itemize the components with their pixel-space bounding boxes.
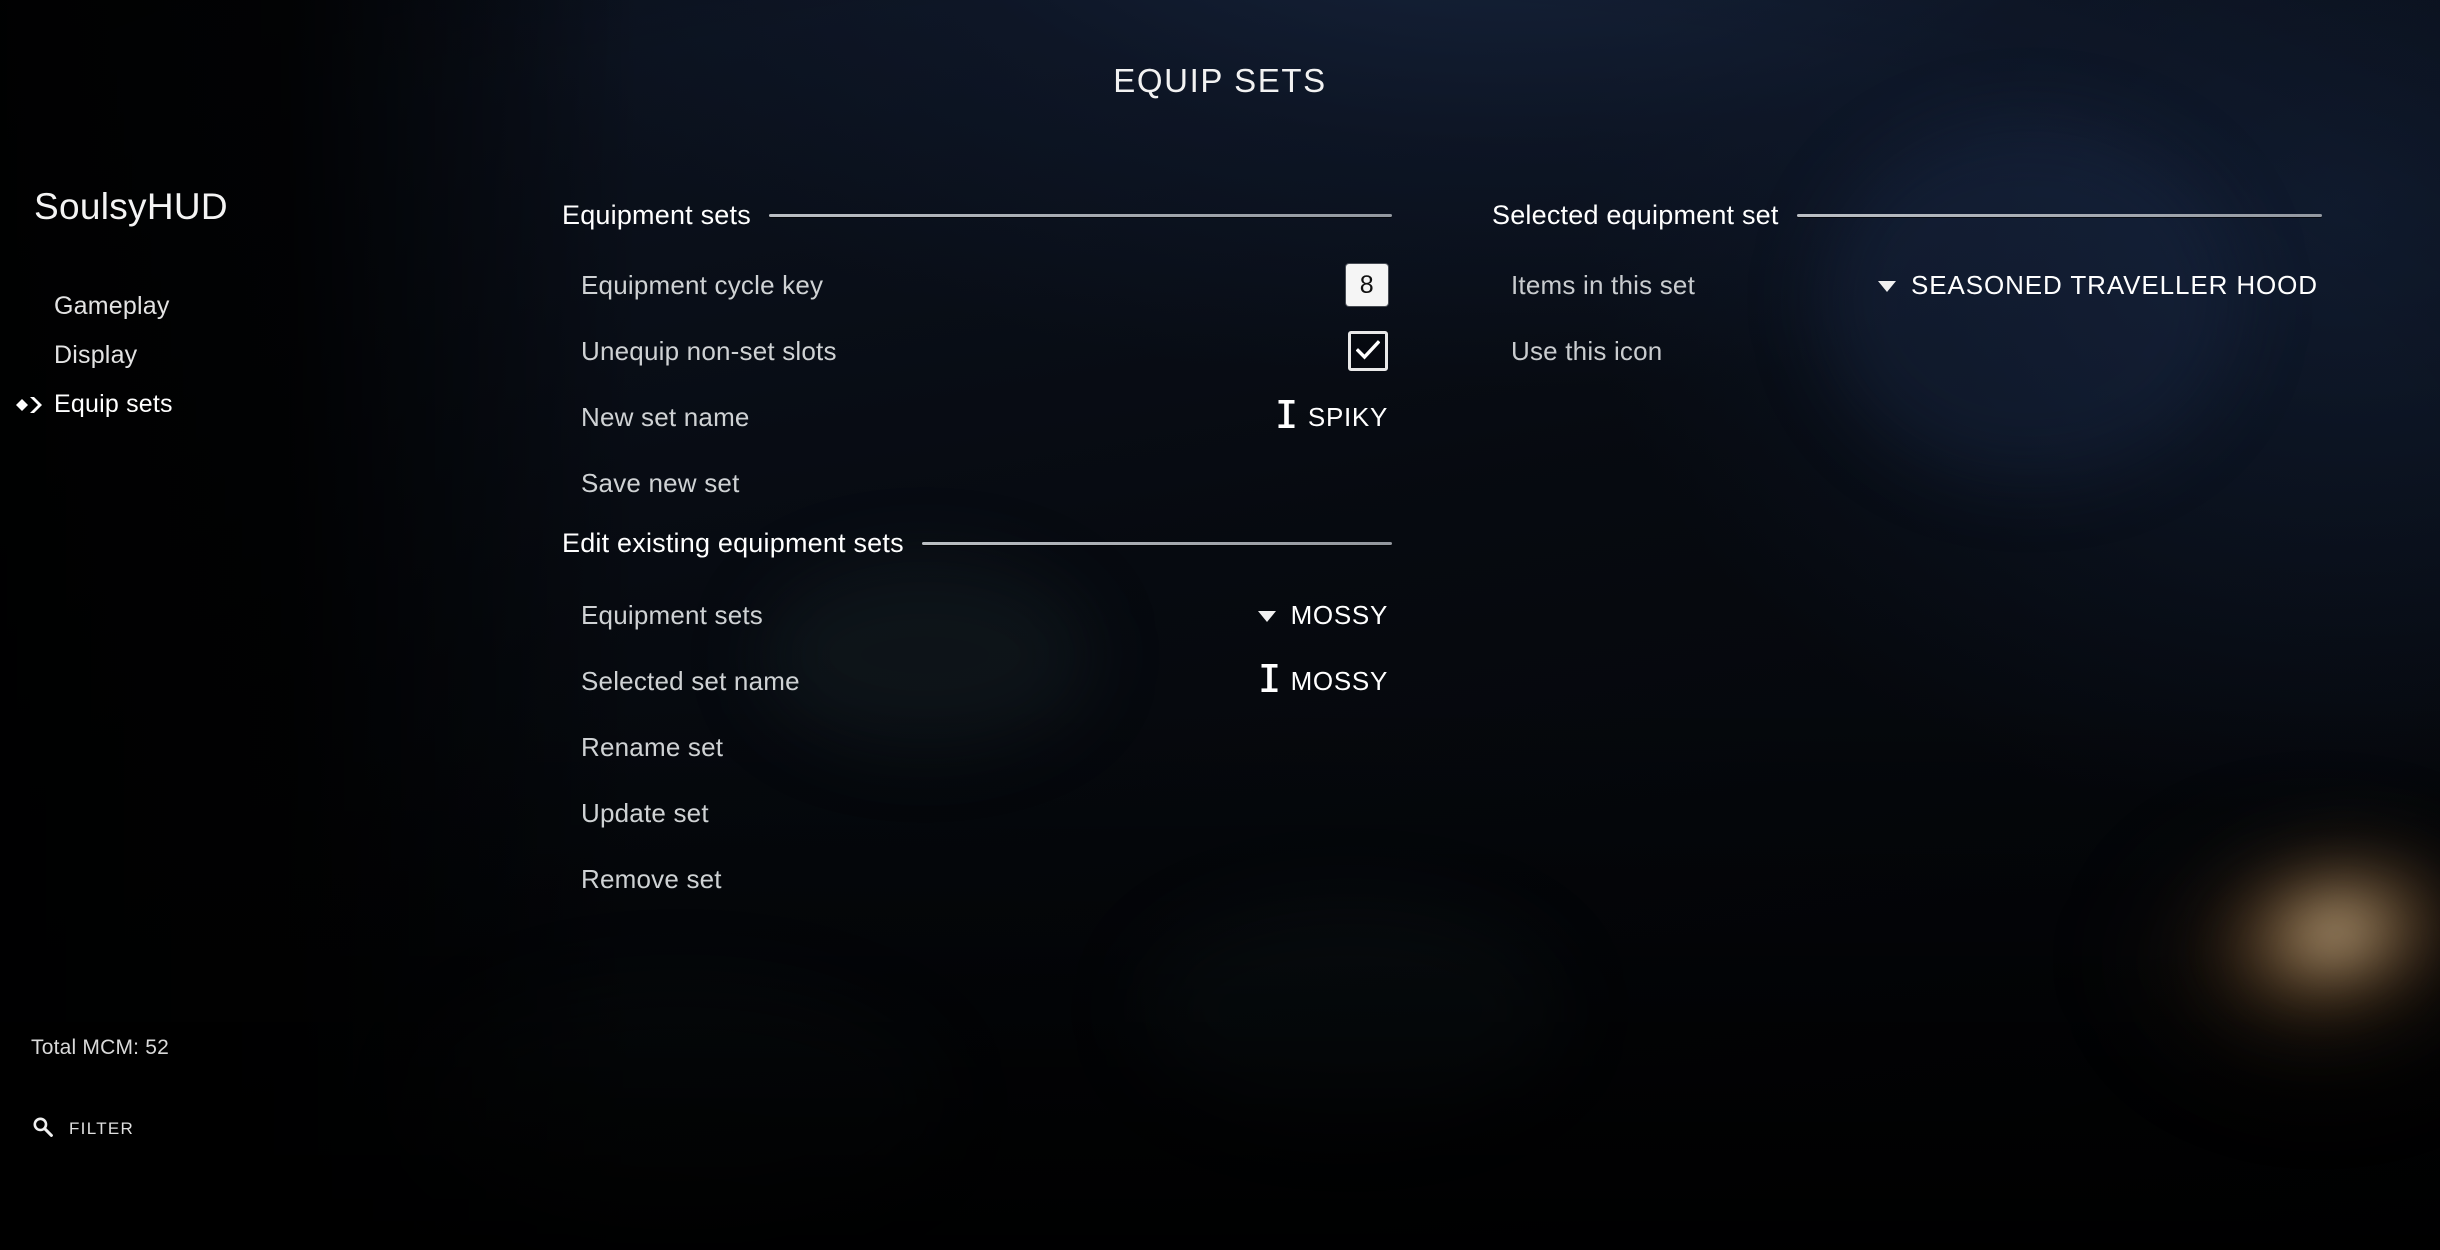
row-label: Selected set name	[581, 665, 800, 696]
row-value-wrap	[1348, 331, 1392, 371]
chevron-down-icon	[1878, 281, 1897, 292]
selected-set-name-value[interactable]: MOSSY	[1291, 666, 1388, 697]
equipment-sets-selected-value[interactable]: MOSSY	[1291, 600, 1388, 631]
filter-button[interactable]: FILTER	[32, 1116, 134, 1142]
row-label: Use this icon	[1511, 335, 1663, 366]
row-use-this-icon[interactable]: Use this icon	[1492, 326, 2322, 376]
new-set-name-value[interactable]: SPIKY	[1308, 402, 1388, 433]
mod-title: SoulsyHUD	[34, 186, 228, 227]
row-equipment-cycle-key[interactable]: Equipment cycle key 8	[562, 260, 1392, 310]
sidebar-item-gameplay[interactable]: Gameplay	[54, 282, 454, 331]
section-title: Edit existing equipment sets	[562, 528, 904, 558]
row-label: Remove set	[581, 863, 722, 894]
row-update-set[interactable]: Update set	[562, 788, 1392, 838]
section-header-selected-equipment-set: Selected equipment set	[1492, 200, 2322, 231]
filter-label: FILTER	[69, 1119, 135, 1138]
section-title: Equipment sets	[562, 200, 751, 230]
row-new-set-name[interactable]: New set name SPIKY	[562, 392, 1392, 442]
sidebar-item-display[interactable]: Display	[54, 331, 454, 380]
row-label: Unequip non-set slots	[581, 335, 837, 366]
row-remove-set[interactable]: Remove set	[562, 854, 1392, 904]
row-unequip-non-set-slots[interactable]: Unequip non-set slots	[562, 326, 1392, 376]
text-cursor-icon	[1261, 663, 1278, 699]
chevron-right-icon	[16, 394, 46, 416]
search-icon	[32, 1116, 53, 1142]
row-label: New set name	[581, 401, 750, 432]
section-header-edit-existing: Edit existing equipment sets	[562, 528, 1392, 559]
row-value-wrap: SPIKY	[1278, 399, 1392, 435]
unequip-non-set-slots-checkbox[interactable]	[1348, 331, 1388, 371]
section-header-equipment-sets: Equipment sets	[562, 200, 1392, 231]
section-divider	[1796, 214, 2322, 217]
sidebar-item-label: Gameplay	[54, 292, 170, 320]
sidebar-item-equip-sets[interactable]: Equip sets	[16, 380, 454, 429]
section-title: Selected equipment set	[1492, 200, 1779, 230]
text-cursor-icon	[1278, 399, 1295, 435]
row-value-wrap: SEASONED TRAVELLER HOOD	[1878, 270, 2322, 301]
row-label: Equipment sets	[581, 599, 764, 630]
checkmark-icon	[1355, 336, 1381, 367]
sidebar-nav: Gameplay Display Equip sets	[16, 282, 454, 429]
row-value-wrap: MOSSY	[1261, 663, 1392, 699]
row-value-wrap: MOSSY	[1257, 600, 1392, 631]
chevron-down-icon	[1257, 611, 1276, 622]
section-divider	[921, 542, 1392, 545]
sidebar: SoulsyHUD Gameplay Display Equip sets To…	[0, 0, 560, 1250]
items-in-this-set-selected-value[interactable]: SEASONED TRAVELLER HOOD	[1911, 270, 2318, 301]
row-label: Save new set	[581, 467, 740, 498]
row-items-in-this-set[interactable]: Items in this set SEASONED TRAVELLER HOO…	[1492, 260, 2322, 310]
sidebar-item-label: Display	[54, 341, 138, 369]
row-save-new-set[interactable]: Save new set	[562, 458, 1392, 508]
row-label: Rename set	[581, 731, 724, 762]
row-rename-set[interactable]: Rename set	[562, 722, 1392, 772]
row-label: Update set	[581, 797, 709, 828]
row-selected-set-name[interactable]: Selected set name MOSSY	[562, 656, 1392, 706]
row-label: Items in this set	[1511, 269, 1696, 300]
sidebar-item-label: Equip sets	[54, 390, 173, 418]
total-mcm-count: Total MCM: 52	[31, 1036, 169, 1059]
key-badge[interactable]: 8	[1346, 264, 1388, 306]
row-value-wrap: 8	[1346, 264, 1392, 306]
row-equipment-sets-dropdown[interactable]: Equipment sets MOSSY	[562, 590, 1392, 640]
row-label: Equipment cycle key	[581, 269, 824, 300]
section-divider	[768, 214, 1392, 217]
